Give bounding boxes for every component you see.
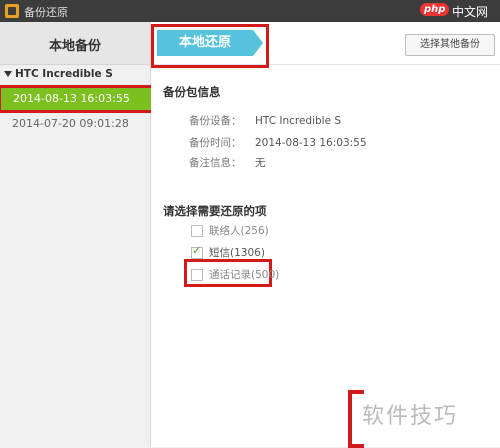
option-sms[interactable]: 短信(1306) [191, 244, 265, 261]
watermark-text: 中文网 [452, 5, 489, 19]
tab-bar: 本地还原 选择其他备份 [151, 22, 500, 68]
corner-watermark: 软件技巧 [348, 390, 500, 448]
info-row-note: 备注信息： 无 [189, 155, 266, 170]
site-watermark: php 中文网 [420, 0, 500, 22]
info-key: 备份设备： [189, 115, 242, 127]
corner-watermark-text: 软件技巧 [362, 404, 459, 429]
title-bar: 备份还原 php 中文网 [0, 0, 500, 22]
sidebar-title: 本地备份 [48, 39, 101, 54]
option-label: 联络人(256) [209, 225, 269, 237]
info-value: HTC Incredible S [255, 115, 342, 127]
sidebar: 本地备份 HTC Incredible S 2014-08-13 16:03:5… [0, 22, 154, 447]
info-value: 无 [255, 157, 266, 169]
restore-items-title: 请选择需要还原的项 [163, 204, 267, 218]
backup-info-title: 备份包信息 [163, 85, 221, 99]
watermark-badge: php [420, 3, 450, 16]
backup-item[interactable]: 2014-07-20 09:01:28 [0, 113, 150, 135]
info-value: 2014-08-13 16:03:55 [255, 137, 367, 149]
info-row-time: 备份时间： 2014-08-13 16:03:55 [189, 135, 367, 150]
app-icon [5, 4, 19, 18]
sidebar-header: 本地备份 [0, 22, 150, 65]
main-panel: 本地还原 选择其他备份 备份包信息 备份设备： HTC Incredible S … [151, 22, 500, 447]
checkbox[interactable] [191, 225, 203, 237]
info-row-device: 备份设备： HTC Incredible S [189, 113, 341, 128]
choose-other-backup-button[interactable]: 选择其他备份 [405, 34, 495, 56]
checkbox[interactable] [191, 269, 203, 281]
device-name: HTC Incredible S [15, 68, 113, 80]
option-label: 短信(1306) [209, 247, 265, 259]
expand-triangle-icon[interactable] [4, 71, 12, 77]
tab-local-restore[interactable]: 本地还原 [157, 30, 263, 56]
option-call-log[interactable]: 通话记录(500) [191, 267, 279, 283]
info-key: 备注信息： [189, 157, 242, 169]
option-contacts[interactable]: 联络人(256) [191, 223, 269, 239]
device-group[interactable]: HTC Incredible S [4, 68, 148, 84]
option-label: 通话记录(500) [209, 269, 280, 281]
window-title: 备份还原 [24, 6, 68, 19]
backup-item-selected[interactable]: 2014-08-13 16:03:55 [0, 85, 154, 113]
info-key: 备份时间： [189, 137, 242, 149]
checkbox-checked[interactable] [191, 244, 203, 259]
